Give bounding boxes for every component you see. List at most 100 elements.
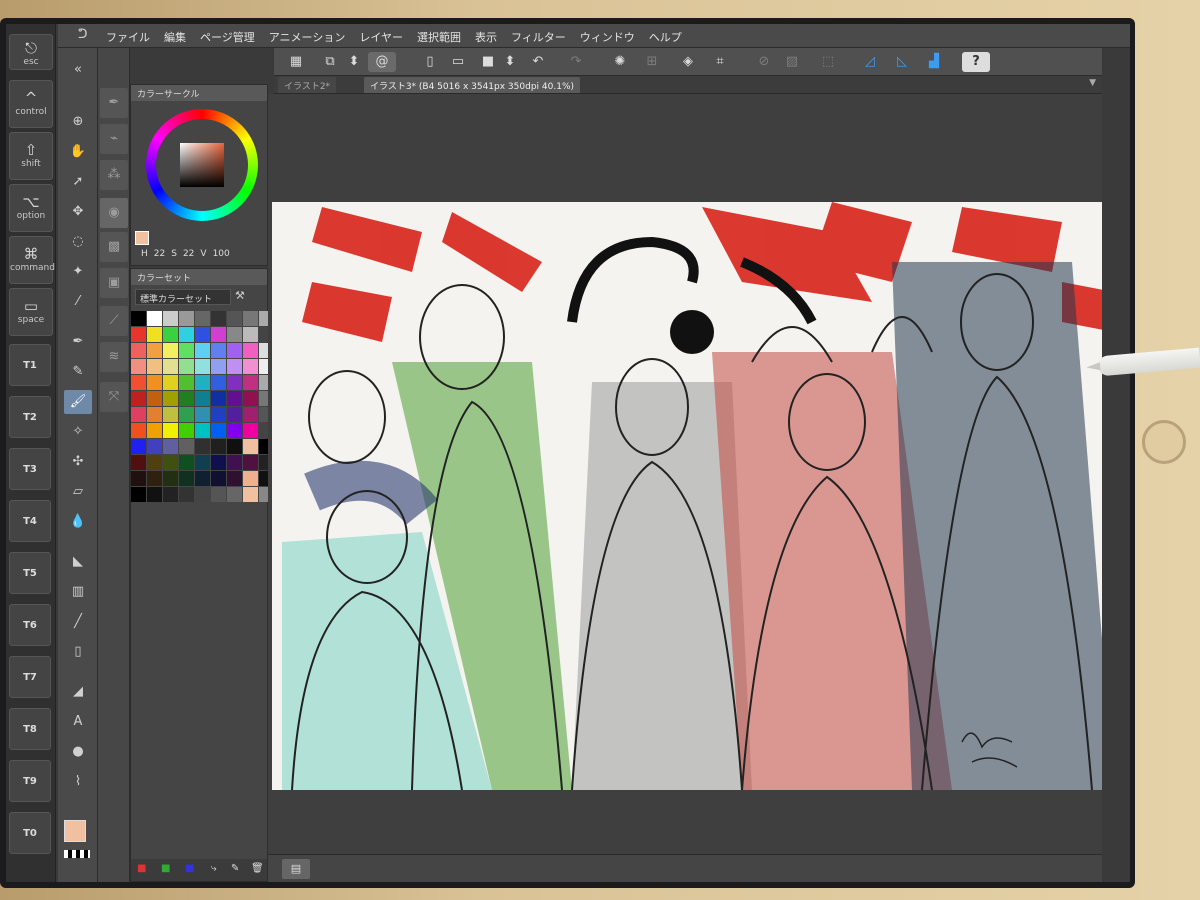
menu-window[interactable]: ウィンドウ bbox=[580, 29, 635, 45]
color-swatch[interactable] bbox=[147, 423, 162, 438]
add-color-icon[interactable]: ⤷ bbox=[211, 863, 217, 874]
color-swatch[interactable] bbox=[195, 359, 210, 374]
eyedropper-tool-icon[interactable]: ⁄ bbox=[64, 290, 92, 314]
color-swatch[interactable] bbox=[179, 423, 194, 438]
home-button[interactable] bbox=[1142, 420, 1186, 464]
color-swatch[interactable] bbox=[243, 439, 258, 454]
stepper-icon-2[interactable]: ⬍ bbox=[500, 52, 520, 72]
replace-color-icon[interactable]: ✎ bbox=[231, 863, 239, 874]
tool-key-t5[interactable]: T5 bbox=[9, 552, 51, 594]
color-swatch[interactable] bbox=[163, 327, 178, 342]
color-swatch[interactable] bbox=[179, 327, 194, 342]
collapse-icon[interactable]: « bbox=[64, 58, 92, 82]
color-swatch[interactable] bbox=[163, 471, 178, 486]
color-swatch[interactable] bbox=[131, 423, 146, 438]
color-swatch[interactable] bbox=[211, 439, 226, 454]
color-swatch[interactable] bbox=[211, 327, 226, 342]
shift-key[interactable]: ⇧ shift bbox=[9, 132, 53, 180]
color-swatch[interactable] bbox=[227, 327, 242, 342]
color-swatch[interactable] bbox=[195, 455, 210, 470]
tool-key-t8[interactable]: T8 bbox=[9, 708, 51, 750]
color-swatch[interactable] bbox=[243, 311, 258, 326]
color-swatch[interactable] bbox=[195, 311, 210, 326]
color-swatch[interactable] bbox=[131, 439, 146, 454]
color-swatch[interactable] bbox=[179, 359, 194, 374]
color-swatch[interactable] bbox=[211, 423, 226, 438]
subtool-pen-icon[interactable]: ✒ bbox=[100, 88, 128, 118]
menu-view[interactable]: 表示 bbox=[475, 29, 497, 45]
color-swatch[interactable] bbox=[163, 487, 178, 502]
fill-tool-icon[interactable]: ◣ bbox=[64, 550, 92, 574]
color-swatch[interactable] bbox=[243, 327, 258, 342]
transform-icon[interactable]: ⊞ bbox=[642, 52, 662, 72]
color-swatch[interactable] bbox=[211, 375, 226, 390]
fill-icon[interactable]: ◈ bbox=[678, 52, 698, 72]
vertical-scrollbar[interactable] bbox=[1102, 76, 1130, 882]
color-swatch[interactable] bbox=[131, 391, 146, 406]
color-swatch[interactable] bbox=[147, 455, 162, 470]
color-wheel-tab-icon[interactable]: ◉ bbox=[100, 198, 128, 228]
color-swatch[interactable] bbox=[243, 343, 258, 358]
tool-key-t6[interactable]: T6 bbox=[9, 604, 51, 646]
tab-menu-icon[interactable]: ▼ bbox=[1089, 78, 1096, 88]
tool-key-t2[interactable]: T2 bbox=[9, 396, 51, 438]
transparent-color-swatch[interactable] bbox=[64, 850, 90, 858]
color-swatch[interactable] bbox=[147, 439, 162, 454]
subtool-spray-icon[interactable]: ⁂ bbox=[100, 160, 128, 190]
color-swatch[interactable] bbox=[163, 407, 178, 422]
color-swatch[interactable] bbox=[227, 487, 242, 502]
color-swatch[interactable] bbox=[243, 407, 258, 422]
color-swatch[interactable] bbox=[195, 343, 210, 358]
spiral-icon[interactable]: @ bbox=[368, 52, 396, 72]
color-swatch-grid[interactable] bbox=[131, 311, 274, 502]
canvas-workspace[interactable] bbox=[268, 94, 1114, 854]
menu-selection[interactable]: 選択範囲 bbox=[417, 29, 461, 45]
color-swatch[interactable] bbox=[179, 343, 194, 358]
control-key[interactable]: ^ control bbox=[9, 80, 53, 128]
color-swatch[interactable] bbox=[131, 311, 146, 326]
lasso-tool-icon[interactable]: ◌ bbox=[64, 230, 92, 254]
color-swatch[interactable] bbox=[243, 375, 258, 390]
clear-icon[interactable]: ▨ bbox=[782, 52, 802, 72]
brush-size-icon[interactable]: ⟋ bbox=[100, 306, 128, 336]
color-swatch[interactable] bbox=[195, 407, 210, 422]
color-swatch[interactable] bbox=[147, 471, 162, 486]
color-swatch[interactable] bbox=[163, 391, 178, 406]
tab-illust2[interactable]: イラスト2* bbox=[278, 77, 337, 93]
esc-key[interactable]: ⎋ esc bbox=[9, 34, 53, 70]
color-swatch[interactable] bbox=[179, 471, 194, 486]
operation-tool-icon[interactable]: ➚ bbox=[64, 170, 92, 194]
grid-snap-icon[interactable]: ▟ bbox=[924, 52, 944, 72]
color-swatch[interactable] bbox=[195, 471, 210, 486]
new-file-icon[interactable]: ▯ bbox=[420, 52, 440, 72]
color-swatch[interactable] bbox=[163, 311, 178, 326]
color-swatch[interactable] bbox=[131, 455, 146, 470]
color-swatch[interactable] bbox=[227, 423, 242, 438]
pencil-tool-icon[interactable]: ✎ bbox=[64, 360, 92, 384]
space-key[interactable]: ▭ space bbox=[9, 288, 53, 336]
select-frame-icon[interactable]: ⬚ bbox=[818, 52, 838, 72]
color-swatch[interactable] bbox=[179, 487, 194, 502]
option-key[interactable]: ⌥ option bbox=[9, 184, 53, 232]
menu-layer[interactable]: レイヤー bbox=[359, 29, 403, 45]
color-swatch[interactable] bbox=[147, 311, 162, 326]
color-swatch[interactable] bbox=[227, 391, 242, 406]
hue-ring[interactable] bbox=[146, 109, 258, 221]
color-swatch[interactable] bbox=[147, 327, 162, 342]
drawing-canvas[interactable] bbox=[272, 202, 1114, 790]
color-swatch[interactable] bbox=[179, 407, 194, 422]
delete-color-icon[interactable]: 🗑 bbox=[251, 863, 264, 874]
main-color-swatch[interactable] bbox=[64, 820, 86, 842]
text-tool-icon[interactable]: A bbox=[64, 710, 92, 734]
color-swatch[interactable] bbox=[179, 439, 194, 454]
color-swatch[interactable] bbox=[227, 311, 242, 326]
navigator-icon[interactable]: ⤧ bbox=[100, 382, 128, 412]
color-swatch[interactable] bbox=[211, 407, 226, 422]
color-swatch[interactable] bbox=[163, 375, 178, 390]
color-swatch[interactable] bbox=[195, 375, 210, 390]
color-swatch[interactable] bbox=[131, 407, 146, 422]
airbrush-tool-icon[interactable]: ✧ bbox=[64, 420, 92, 444]
color-swatch[interactable] bbox=[243, 455, 258, 470]
color-swatch[interactable] bbox=[163, 439, 178, 454]
menu-filter[interactable]: フィルター bbox=[511, 29, 566, 45]
